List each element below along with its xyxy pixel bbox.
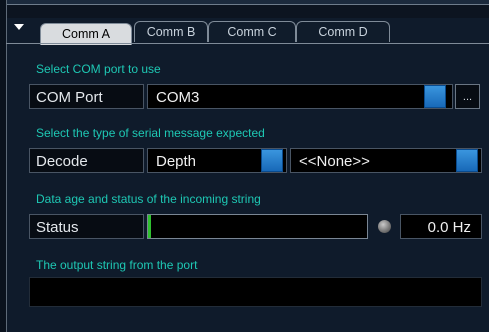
com-port-section-label: Select COM port to use	[36, 62, 161, 76]
decode-type-dropdown-button[interactable]	[261, 149, 283, 172]
message-rate-readout: 0.0 Hz	[400, 214, 482, 239]
status-led-icon	[378, 220, 391, 233]
decode-section-label: Select the type of serial message expect…	[36, 126, 265, 140]
com-port-value[interactable]: COM3	[147, 84, 453, 109]
left-frame-border	[0, 0, 7, 332]
decode-subtype-dropdown-button[interactable]	[456, 149, 478, 172]
status-bar-fill	[148, 215, 151, 238]
decode-label: Decode	[29, 148, 144, 173]
decode-subtype-select[interactable]: <<None>>	[290, 148, 482, 173]
tab-comm-d[interactable]: Comm D	[296, 21, 390, 42]
tab-comm-c[interactable]: Comm C	[208, 21, 296, 42]
data-age-status-bar	[147, 214, 368, 239]
tab-baseline	[6, 43, 489, 44]
com-port-dropdown-button[interactable]	[424, 85, 446, 108]
output-section-label: The output string from the port	[36, 258, 198, 272]
tab-comm-b[interactable]: Comm B	[134, 21, 208, 42]
com-port-label: COM Port	[29, 84, 144, 109]
tab-comm-a[interactable]: Comm A	[40, 23, 132, 45]
comm-settings-panel: Comm B Comm C Comm D Comm A Select COM p…	[0, 0, 489, 332]
top-frame-border	[6, 0, 489, 5]
status-section-label: Data age and status of the incoming stri…	[36, 192, 261, 206]
status-label: Status	[29, 214, 144, 239]
com-port-browse-button[interactable]: ...	[455, 84, 480, 109]
collapse-triangle-icon[interactable]	[14, 24, 24, 30]
output-string-display	[29, 277, 482, 307]
